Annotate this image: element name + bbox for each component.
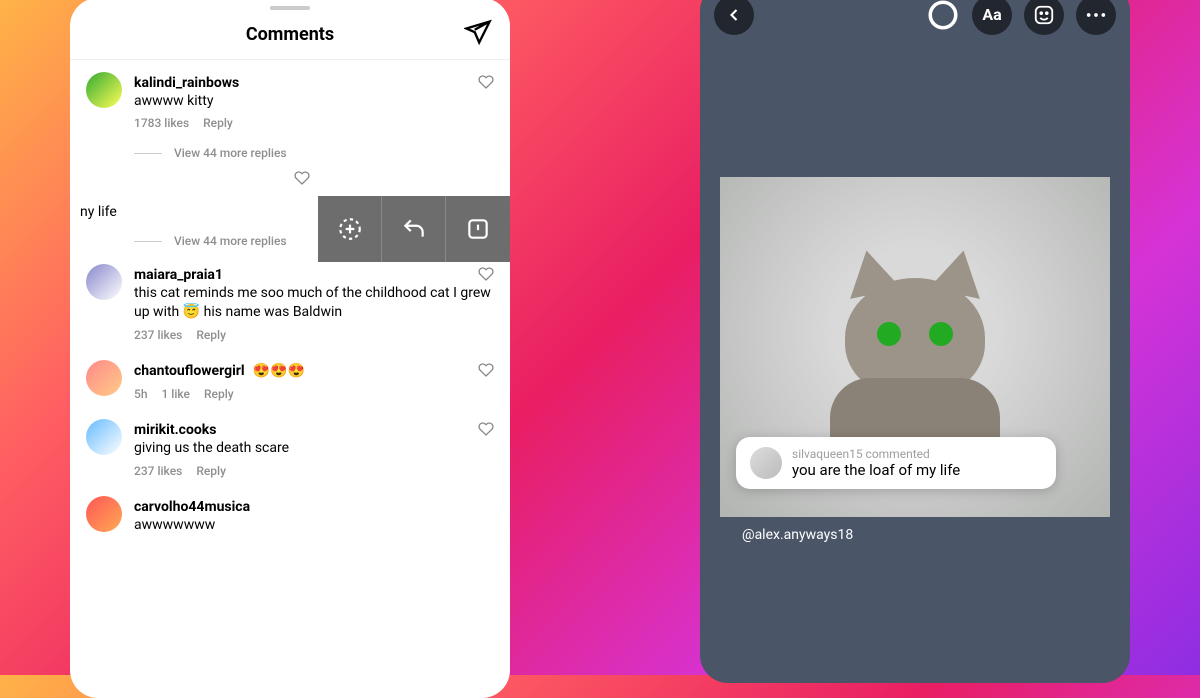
story-toolbar: Aa [700, 0, 1130, 47]
comments-header: Comments [70, 16, 510, 60]
likes-count[interactable]: 1783 likes [134, 116, 189, 130]
reply-arrow-button[interactable] [382, 196, 446, 262]
story-editor-screen: Aa silvaqueen15 commented you are the lo… [700, 0, 1130, 683]
likes-count[interactable]: 237 likes [134, 328, 182, 342]
cat-illustration [825, 248, 1005, 468]
like-icon[interactable] [478, 421, 494, 437]
comments-screen: Comments ny life kalindi_rainbows awwww … [70, 0, 510, 698]
like-icon[interactable] [478, 74, 494, 90]
comment-item: maiara_praia1 this cat reminds me soo mu… [70, 252, 510, 348]
avatar[interactable] [86, 360, 122, 396]
report-button[interactable] [446, 196, 510, 262]
drag-handle[interactable] [270, 6, 310, 10]
comment-text: giving us the death scare [134, 439, 494, 458]
like-icon[interactable] [294, 170, 310, 186]
comment-item: chantouflowergirl 😍😍😍 5h 1 like Reply [70, 348, 510, 407]
username[interactable]: carvolho44musica [134, 499, 250, 515]
avatar[interactable] [86, 496, 122, 532]
like-icon[interactable] [478, 266, 494, 282]
comment-text: awwwwwww [134, 516, 494, 535]
username[interactable]: chantouflowergirl [134, 363, 245, 379]
share-to-story-button[interactable] [318, 196, 382, 262]
comment-text: this cat reminds me soo much of the chil… [134, 284, 494, 322]
view-more-replies[interactable]: View 44 more replies [134, 146, 510, 160]
avatar[interactable] [86, 72, 122, 108]
avatar [750, 447, 782, 479]
reply-button[interactable]: Reply [196, 328, 226, 342]
reply-button[interactable]: Reply [196, 464, 226, 478]
back-button[interactable] [714, 0, 754, 35]
story-content[interactable]: silvaqueen15 commented you are the loaf … [720, 177, 1110, 543]
comment-item: carvolho44musica awwwwwww [70, 484, 510, 541]
commenter-label: silvaqueen15 commented [792, 447, 960, 461]
text-tool-icon[interactable]: Aa [972, 0, 1012, 35]
comment-sticker[interactable]: silvaqueen15 commented you are the loaf … [736, 437, 1056, 489]
share-icon[interactable] [464, 18, 492, 46]
username[interactable]: kalindi_rainbows [134, 75, 239, 91]
avatar[interactable] [86, 264, 122, 300]
comment-text: you are the loaf of my life [792, 461, 960, 479]
more-options-icon[interactable] [1076, 0, 1116, 35]
username[interactable]: mirikit.cooks [134, 422, 216, 438]
sticker-tool-icon[interactable] [1024, 0, 1064, 35]
mention-tag[interactable]: @alex.anyways18 [742, 527, 1110, 543]
comment-item: mirikit.cooks giving us the death scare … [70, 407, 510, 484]
avatar[interactable] [86, 419, 122, 455]
story-image: silvaqueen15 commented you are the loaf … [720, 177, 1110, 517]
reply-button[interactable]: Reply [204, 387, 234, 401]
draw-tool-icon[interactable] [926, 0, 960, 32]
comment-item: kalindi_rainbows awwww kitty 1783 likes … [70, 60, 510, 137]
comments-title: Comments [246, 24, 334, 45]
username[interactable]: maiara_praia1 [134, 267, 223, 283]
like-icon[interactable] [478, 362, 494, 378]
time-ago: 5h [134, 387, 148, 401]
reply-button[interactable]: Reply [203, 116, 233, 130]
likes-count[interactable]: 237 likes [134, 464, 182, 478]
comment-text: 😍😍😍 [253, 363, 305, 379]
likes-count[interactable]: 1 like [162, 387, 191, 401]
comment-context-menu [318, 196, 510, 262]
comment-list: kalindi_rainbows awwww kitty 1783 likes … [70, 60, 510, 541]
comment-text: awwww kitty [134, 92, 494, 111]
